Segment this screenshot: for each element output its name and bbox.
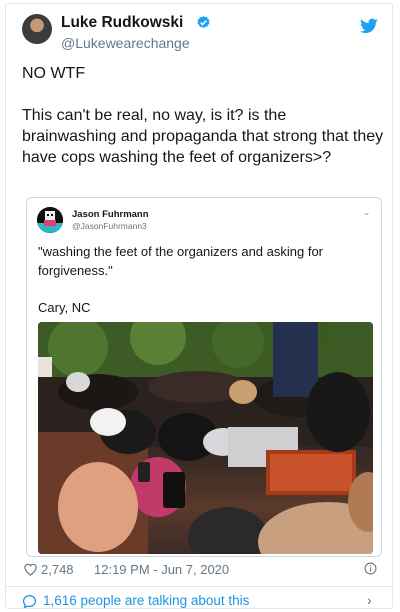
twitter-bird-icon[interactable] xyxy=(360,18,378,34)
tweet-meta: 2,748 12:19 PM - Jun 7, 2020 xyxy=(6,560,392,582)
chevron-down-icon[interactable]: ⌄ xyxy=(363,207,371,218)
like-count[interactable]: 2,748 xyxy=(41,562,74,577)
conversation-link[interactable]: 1,616 people are talking about this › xyxy=(6,592,392,611)
quoted-tweet[interactable]: Jason Fuhrmann @JasonFuhrmann3 ⌄ "washin… xyxy=(26,197,382,557)
verified-badge-icon xyxy=(197,15,210,28)
tweet-text: NO WTF This can't be real, no way, is it… xyxy=(22,65,384,166)
tweet-timestamp[interactable]: 12:19 PM - Jun 7, 2020 xyxy=(94,562,229,577)
quote-text: "washing the feet of the organizers and … xyxy=(38,244,324,315)
conversation-count-text[interactable]: 1,616 people are talking about this xyxy=(43,593,249,608)
quote-avatar-art xyxy=(37,207,63,233)
divider xyxy=(6,586,392,587)
tweet-card: Luke Rudkowski @Lukewearechange NO WTF T… xyxy=(5,3,393,609)
photo-scene xyxy=(38,322,373,554)
quote-author-name[interactable]: Jason Fuhrmann xyxy=(72,209,149,220)
avatar[interactable] xyxy=(22,14,52,44)
chevron-right-icon[interactable]: › xyxy=(367,592,372,608)
heart-icon[interactable] xyxy=(23,563,38,576)
author-name[interactable]: Luke Rudkowski xyxy=(61,14,183,32)
quote-author-handle[interactable]: @JasonFuhrmann3 xyxy=(72,221,147,231)
protest-photo[interactable] xyxy=(38,322,373,554)
comment-bubble-icon xyxy=(22,594,37,609)
quote-avatar[interactable] xyxy=(37,207,63,233)
info-icon[interactable] xyxy=(364,562,377,575)
author-handle[interactable]: @Lukewearechange xyxy=(61,35,190,51)
